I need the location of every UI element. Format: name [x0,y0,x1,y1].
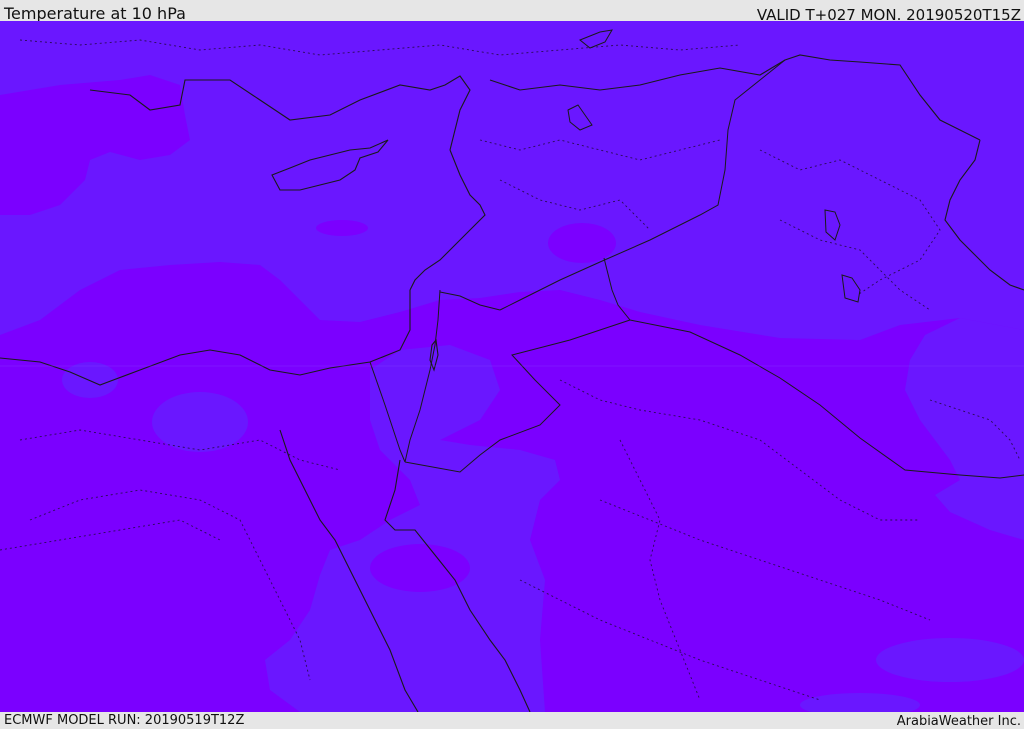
temperature-band-cool-nile-delta [152,392,248,452]
map-canvas[interactable] [0,21,1024,712]
top-bar: Temperature at 10 hPa VALID T+027 MON. 2… [0,0,1024,24]
temperature-band-warm-syria [548,223,616,263]
temperature-band-warm-hejaz [370,544,470,592]
temperature-band-cool-southeast [876,638,1024,682]
weather-map-frame: Temperature at 10 hPa VALID T+027 MON. 2… [0,0,1024,729]
temperature-band-cool-egypt-coast [62,362,118,398]
map-svg [0,21,1024,712]
model-run-label: ECMWF MODEL RUN: 20190519T12Z [4,713,245,728]
temperature-band-warm-levant-sea [316,220,368,236]
bottom-bar: ECMWF MODEL RUN: 20190519T12Z ArabiaWeat… [0,712,1024,729]
brand-label: ArabiaWeather Inc. [896,714,1021,729]
